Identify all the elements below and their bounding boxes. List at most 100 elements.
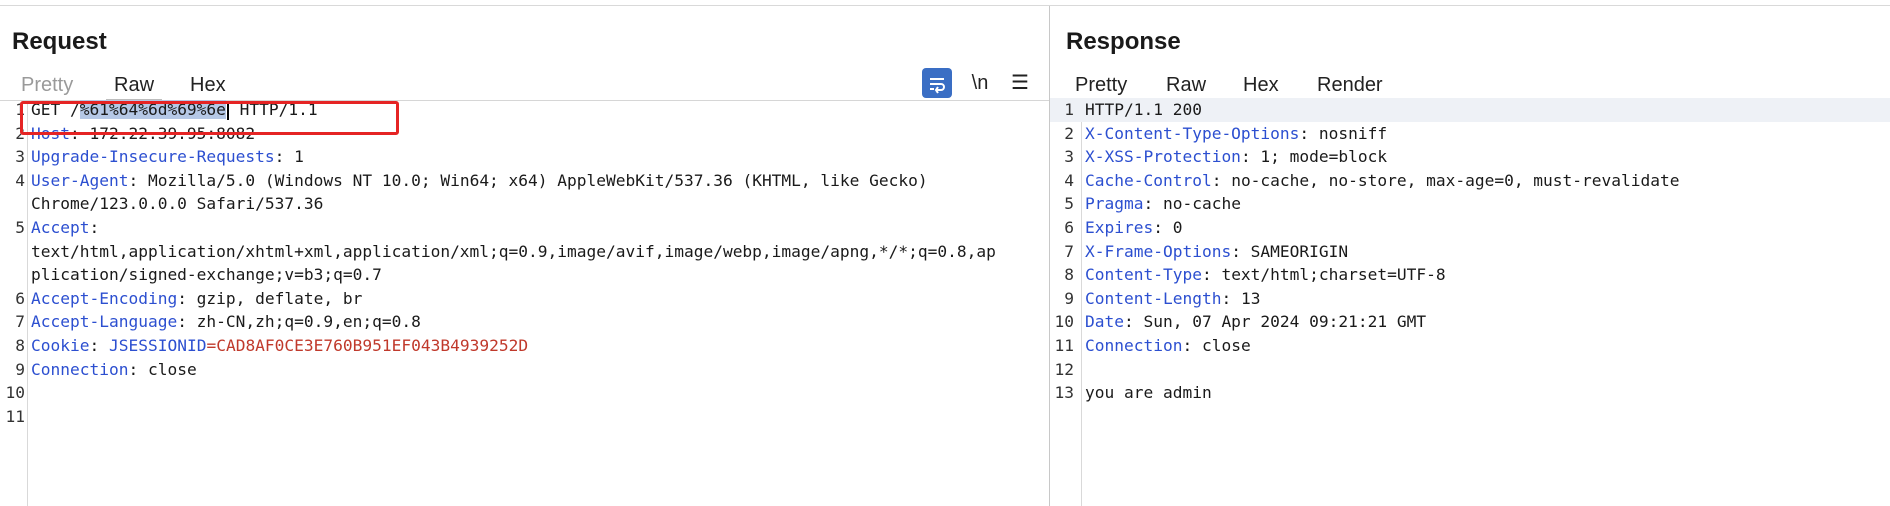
- header-value-continuation: text/html,application/xhtml+xml,applicat…: [31, 241, 996, 261]
- word-wrap-button[interactable]: [922, 68, 952, 98]
- line-content: text/html,application/xhtml+xml,applicat…: [31, 240, 996, 264]
- header-name: Upgrade-Insecure-Requests: [31, 147, 275, 167]
- line-number: 3: [15, 147, 25, 167]
- line-content: Content-Length: 13: [1085, 287, 1260, 311]
- newline-toggle-button[interactable]: \n: [965, 68, 995, 98]
- tab-hex[interactable]: Hex: [1241, 70, 1281, 100]
- word-wrap-icon: [930, 77, 945, 94]
- tab-render[interactable]: Render: [1315, 70, 1385, 100]
- code-line: 1 GET /%61%64%6d%69%6e HTTP/1.1: [0, 98, 1049, 122]
- code-line: 4 Cache-Control: no-cache, no-store, max-…: [1050, 169, 1890, 193]
- header-value: : zh-CN,zh;q=0.9,en;q=0.8: [177, 312, 421, 332]
- header-name: User-Agent: [31, 170, 129, 190]
- header-name: Accept-Encoding: [31, 288, 178, 308]
- line-number: 10: [1054, 312, 1075, 332]
- code-line: 7 Accept-Language: zh-CN,zh;q=0.9,en;q=0.…: [0, 310, 1049, 334]
- line-content: Host: 172.22.39.95:8082: [31, 122, 255, 146]
- line-content: HTTP/1.1 200: [1085, 98, 1202, 122]
- line-content: X-Frame-Options: SAMEORIGIN: [1085, 240, 1348, 264]
- header-name: Cookie: [31, 336, 90, 355]
- line-number: 8: [15, 336, 25, 355]
- line-text: you are admin: [1085, 383, 1212, 403]
- header-value: :: [89, 218, 100, 237]
- code-line: 9 Content-Length: 13: [1050, 287, 1890, 311]
- code-line: 12: [1050, 358, 1890, 382]
- hamburger-menu-icon[interactable]: ☰: [1005, 68, 1035, 98]
- line-number: 5: [15, 218, 25, 237]
- line-number: 9: [1064, 288, 1074, 308]
- header-value: : SAMEORIGIN: [1231, 241, 1349, 261]
- line-content: Pragma: no-cache: [1085, 192, 1241, 216]
- line-number: 12: [1054, 359, 1075, 379]
- line-content: Connection: close: [31, 358, 197, 382]
- header-value: : close: [128, 359, 197, 379]
- line-number: 6: [15, 288, 25, 308]
- line-number: 10: [5, 383, 26, 403]
- header-name: Accept: [31, 218, 90, 237]
- text-caret: [226, 101, 229, 120]
- code-line: 8 Content-Type: text/html;charset=UTF-8: [1050, 263, 1890, 287]
- code-line: 5 Accept:: [0, 216, 1049, 240]
- line-number: 3: [1064, 147, 1074, 167]
- header-name: X-XSS-Protection: [1085, 147, 1241, 167]
- tab-raw[interactable]: Raw: [106, 70, 163, 102]
- line-content: Accept:: [31, 216, 99, 240]
- selected-encoded-path: %61%64%6d%69%6e: [79, 100, 226, 119]
- header-value: : Mozilla/5.0 (Windows NT 10.0; Win64; x…: [128, 170, 928, 190]
- code-line: text/html,application/xhtml+xml,applicat…: [0, 240, 1049, 264]
- response-editor[interactable]: 1 HTTP/1.1 200 2 X-Content-Type-Options: no…: [1050, 98, 1890, 506]
- header-name: Pragma: [1085, 194, 1144, 214]
- line-number: 8: [1064, 265, 1074, 285]
- header-name: Connection: [1085, 336, 1183, 355]
- line-number: 9: [15, 359, 25, 379]
- header-name: X-Frame-Options: [1085, 241, 1232, 261]
- code-line: 2 Host: 172.22.39.95:8082: [0, 122, 1049, 146]
- request-method-path: GET /: [31, 100, 80, 119]
- code-line: 5 Pragma: no-cache: [1050, 192, 1890, 216]
- tab-hex[interactable]: Hex: [188, 70, 228, 100]
- request-pane: Request Pretty Raw Hex \n ☰ 1 GET /%61%64…: [0, 6, 1049, 506]
- line-content: Upgrade-Insecure-Requests: 1: [31, 145, 304, 169]
- tab-pretty-label: Pretty: [1075, 74, 1128, 96]
- line-content: User-Agent: Mozilla/5.0 (Windows NT 10.0…: [31, 169, 928, 193]
- request-editor[interactable]: 1 GET /%61%64%6d%69%6e HTTP/1.1 2 Host: 172…: [0, 98, 1049, 506]
- code-line: 6 Accept-Encoding: gzip, deflate, br: [0, 287, 1049, 311]
- line-content: you are admin: [1085, 381, 1212, 405]
- cookie-name: JSESSIONID: [108, 336, 207, 355]
- header-name: Content-Type: [1085, 265, 1202, 285]
- header-value: : gzip, deflate, br: [177, 288, 363, 308]
- code-line: 3 Upgrade-Insecure-Requests: 1: [0, 145, 1049, 169]
- line-content: Cache-Control: no-cache, no-store, max-a…: [1085, 169, 1680, 193]
- header-name: Connection: [31, 359, 129, 379]
- line-content: plication/signed-exchange;v=b3;q=0.7: [31, 263, 382, 287]
- line-number: 1: [15, 100, 25, 119]
- request-title: Request: [12, 28, 107, 55]
- line-number: 6: [1064, 218, 1074, 237]
- code-line: 9 Connection: close: [0, 358, 1049, 382]
- header-value: : no-cache, no-store, max-age=0, must-re…: [1211, 170, 1680, 190]
- http-version: HTTP/1.1: [229, 100, 318, 119]
- code-line: 11: [0, 405, 1049, 429]
- header-value-continuation: Chrome/123.0.0.0 Safari/537.36: [31, 194, 324, 214]
- line-content: Date: Sun, 07 Apr 2024 09:21:21 GMT: [1085, 310, 1426, 334]
- code-line: plication/signed-exchange;v=b3;q=0.7: [0, 263, 1049, 287]
- tab-raw[interactable]: Raw: [1164, 70, 1208, 100]
- line-content: Connection: close: [1085, 334, 1251, 358]
- header-name: Content-Length: [1085, 288, 1222, 308]
- code-line: 8 Cookie: JSESSIONID=CAD8AF0CE3E760B951EF…: [0, 334, 1049, 358]
- tab-pretty[interactable]: Pretty: [1067, 70, 1136, 102]
- line-content: Accept-Encoding: gzip, deflate, br: [31, 287, 362, 311]
- code-line: 10: [0, 381, 1049, 405]
- header-name: Accept-Language: [31, 312, 178, 332]
- line-content: Content-Type: text/html;charset=UTF-8: [1085, 263, 1446, 287]
- line-number: 13: [1054, 383, 1075, 403]
- header-value: :: [89, 336, 109, 355]
- header-value: : close: [1182, 336, 1251, 355]
- header-value: : nosniff: [1299, 123, 1388, 143]
- header-name: X-Content-Type-Options: [1085, 123, 1300, 143]
- tab-pretty[interactable]: Pretty: [19, 70, 75, 100]
- header-name: Expires: [1085, 218, 1154, 237]
- line-text: HTTP/1.1 200: [1085, 100, 1202, 119]
- cookie-equals: =: [206, 336, 217, 355]
- header-value: : 13: [1221, 288, 1261, 308]
